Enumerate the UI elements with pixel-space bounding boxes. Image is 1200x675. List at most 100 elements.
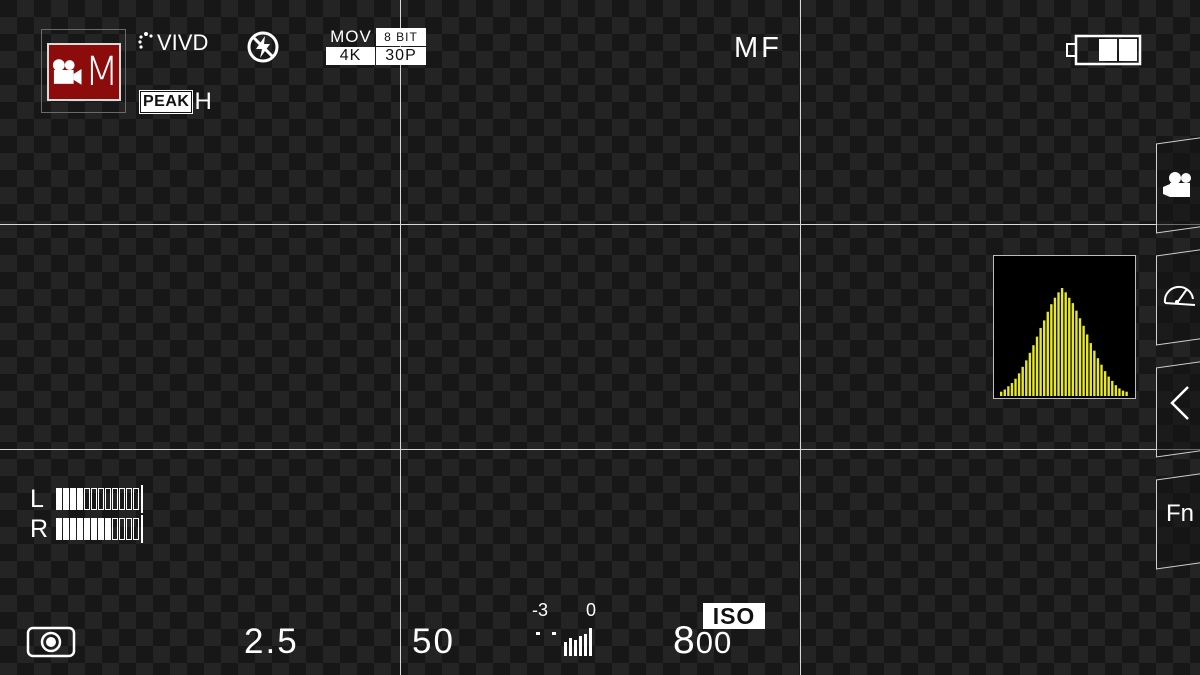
movie-camera-icon xyxy=(1163,172,1191,197)
audio-right-channel: R xyxy=(30,514,143,544)
audio-level-segment xyxy=(105,518,111,540)
format-resolution: 4K xyxy=(326,47,375,65)
audio-level-segment xyxy=(105,488,111,510)
audio-level-segment xyxy=(126,488,132,510)
aperture-value[interactable]: 2.5 xyxy=(244,622,299,662)
histogram-bar xyxy=(1025,360,1028,396)
audio-level-segment xyxy=(70,518,76,540)
histogram-bar xyxy=(1014,378,1017,396)
histogram-bar xyxy=(1000,391,1003,396)
histogram-bar xyxy=(1093,350,1096,396)
film-simulation-label: VIVD xyxy=(157,30,209,55)
audio-level-segment xyxy=(112,488,118,510)
histogram-bar xyxy=(1010,383,1014,396)
audio-level-segment xyxy=(91,488,97,510)
grid-line-horizontal-2 xyxy=(0,449,1200,450)
side-tab-fn-label: Fn xyxy=(1165,500,1194,527)
battery-bar xyxy=(1099,39,1117,61)
audio-level-segment xyxy=(84,488,90,510)
audio-level-segment xyxy=(119,488,125,510)
grid-line-vertical-2 xyxy=(800,0,801,675)
shooting-mode-letter: M xyxy=(84,49,119,95)
histogram[interactable] xyxy=(993,255,1136,399)
histogram-bar xyxy=(1043,320,1046,396)
histogram-bar xyxy=(1060,288,1064,396)
battery-icon xyxy=(1066,34,1142,66)
movie-camera-icon xyxy=(52,59,82,85)
audio-level-segment xyxy=(63,518,69,540)
format-frame-rate: 30P xyxy=(376,47,426,65)
iso-value-main: 8 xyxy=(673,619,696,662)
audio-right-label: R xyxy=(30,514,49,543)
exposure-min-label: -3 xyxy=(532,600,549,620)
shooting-mode-badge: M xyxy=(47,43,121,101)
histogram-bar xyxy=(1057,292,1060,396)
format-bit-depth: 8 BIT xyxy=(376,28,426,46)
movie-format[interactable]: MOV 8 BIT 4K 30P xyxy=(326,28,426,66)
exposure-zero-label: 0 xyxy=(586,600,597,620)
format-container: MOV xyxy=(330,27,372,46)
audio-level-segment xyxy=(91,518,97,540)
histogram-bar xyxy=(1078,318,1082,396)
audio-level-segment xyxy=(112,518,118,540)
stabilizer-gauge-icon xyxy=(1163,285,1196,306)
histogram-bar xyxy=(1032,345,1035,396)
audio-level-segment xyxy=(98,518,104,540)
histogram-bar xyxy=(1017,373,1021,396)
iso-value-tail: 00 xyxy=(695,625,733,660)
histogram-bar xyxy=(1089,343,1092,396)
histogram-bar xyxy=(1100,364,1103,396)
audio-right-bars xyxy=(56,515,143,543)
audio-peak-marker xyxy=(141,515,143,543)
flash-off-icon[interactable] xyxy=(246,30,280,64)
histogram-bar xyxy=(1003,389,1006,396)
audio-level-segment xyxy=(84,518,90,540)
histogram-bar xyxy=(1050,304,1053,396)
histogram-bar xyxy=(1107,376,1110,396)
focus-peaking[interactable]: PEAK H xyxy=(138,88,212,115)
side-tab-back-content xyxy=(1158,384,1200,422)
audio-level-meter: L R xyxy=(30,484,143,544)
histogram-bar xyxy=(1118,388,1121,396)
exposure-scale xyxy=(536,628,592,656)
audio-left-bars xyxy=(56,485,143,513)
histogram-chart xyxy=(1000,288,1128,396)
histogram-bar xyxy=(1114,385,1118,396)
histogram-bar xyxy=(1046,311,1049,396)
audio-level-segment xyxy=(56,518,62,540)
audio-level-segment xyxy=(77,488,83,510)
shooting-mode-box[interactable]: M xyxy=(41,29,126,113)
exposure-indicator: -3 0 xyxy=(532,600,602,658)
audio-level-segment xyxy=(133,518,139,540)
histogram-bar xyxy=(1111,380,1114,396)
grid-line-horizontal-1 xyxy=(0,224,1200,225)
histogram-bar xyxy=(1096,358,1100,396)
audio-level-segment xyxy=(56,488,62,510)
histogram-bar xyxy=(1035,336,1039,396)
audio-peak-marker xyxy=(141,485,143,513)
histogram-bar xyxy=(1068,297,1071,396)
spot-metering-icon[interactable] xyxy=(26,626,76,658)
chevron-left-icon xyxy=(1170,386,1189,420)
histogram-bar xyxy=(1007,386,1010,396)
histogram-bar xyxy=(1071,303,1075,396)
iso-value[interactable]: 800 xyxy=(673,619,732,663)
film-simulation[interactable]: VIVD xyxy=(138,30,208,56)
histogram-bar xyxy=(1064,292,1067,396)
side-tab-stabilizer-content xyxy=(1158,278,1200,312)
focus-mode[interactable]: MF xyxy=(734,32,782,65)
histogram-bar xyxy=(1103,371,1107,396)
histogram-bar xyxy=(1121,390,1125,396)
shutter-speed-value[interactable]: 50 xyxy=(412,622,455,662)
side-tab-movie-content xyxy=(1158,168,1200,202)
histogram-bar xyxy=(1125,391,1128,396)
histogram-bar xyxy=(1082,325,1085,396)
peaking-label: PEAK xyxy=(138,90,194,114)
audio-level-segment xyxy=(98,488,104,510)
peaking-level: H xyxy=(194,88,212,115)
audio-left-channel: L xyxy=(30,484,143,514)
audio-level-segment xyxy=(70,488,76,510)
grid-line-vertical-1 xyxy=(400,0,401,675)
audio-level-segment xyxy=(119,518,125,540)
histogram-bar xyxy=(1086,334,1089,396)
